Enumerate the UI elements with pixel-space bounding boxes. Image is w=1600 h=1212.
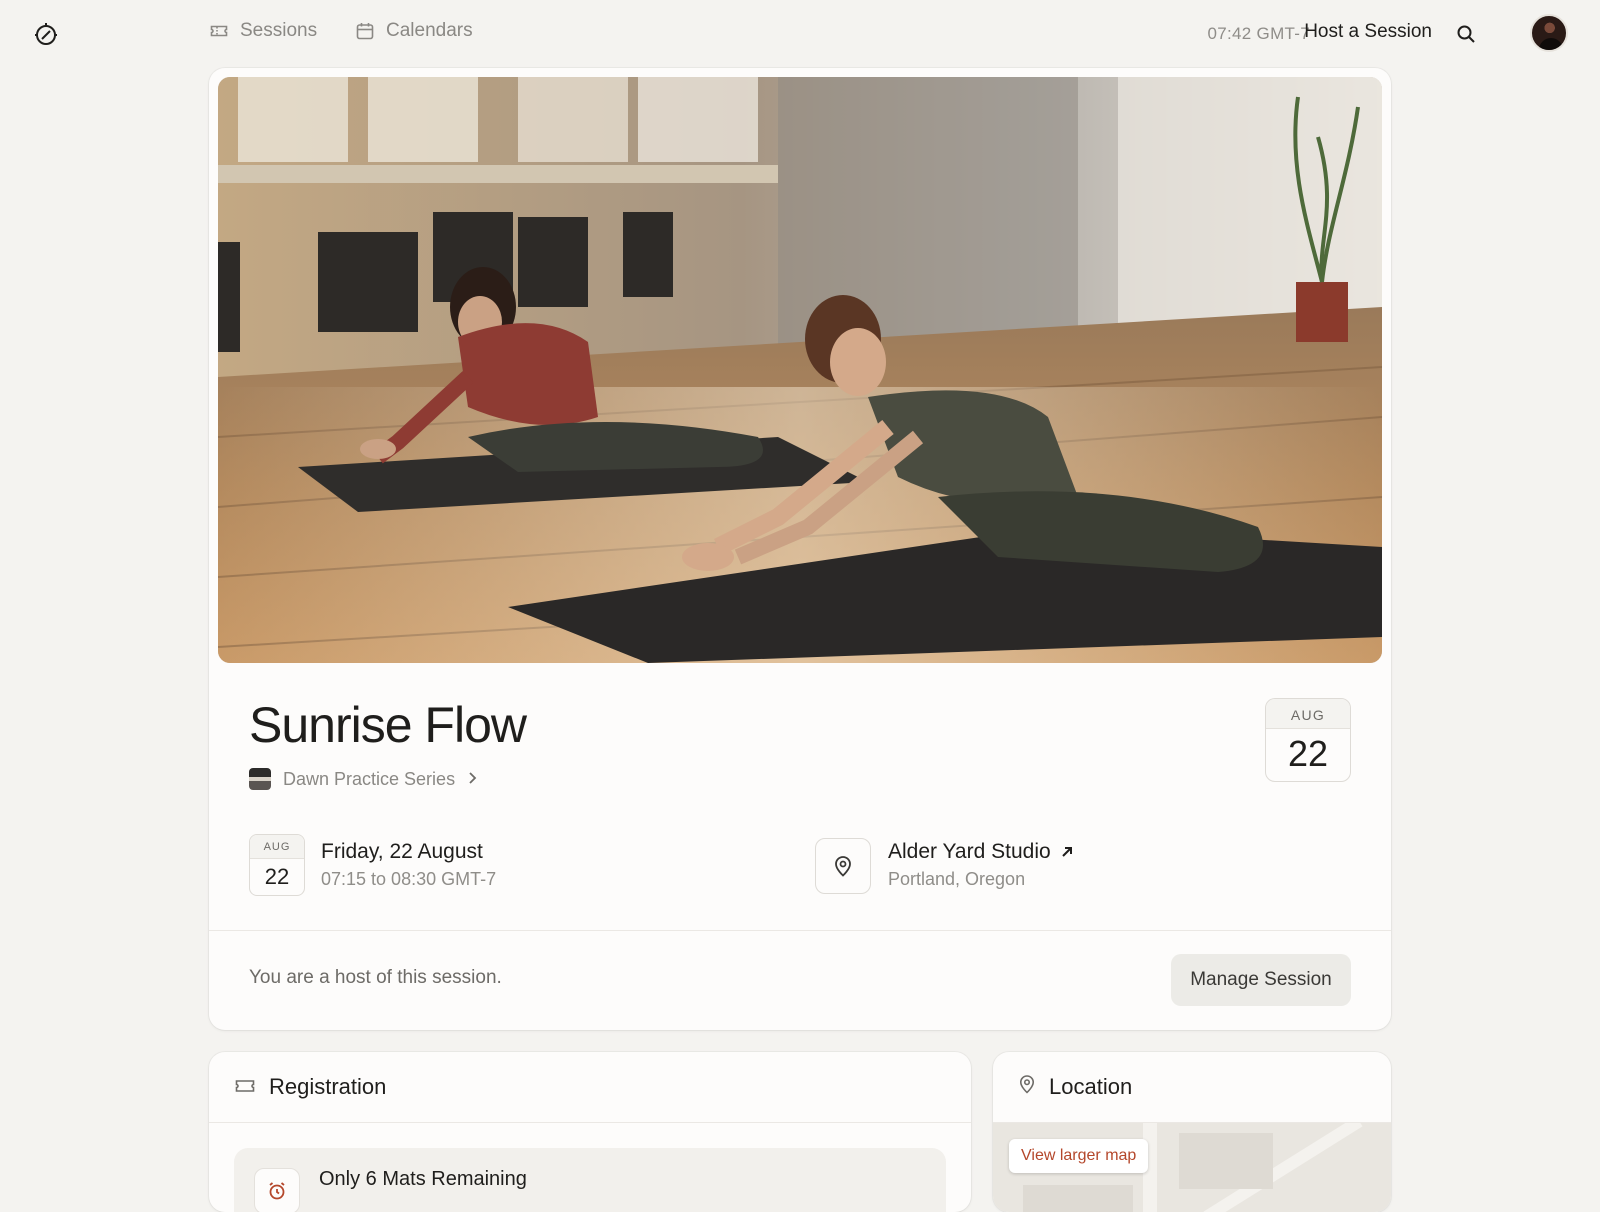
current-time: 07:42 GMT-7 (1207, 24, 1310, 43)
map-block (1023, 1185, 1133, 1212)
avatar-silhouette (1539, 38, 1563, 50)
event-card: Sunrise Flow Dawn Practice Series AUG 22… (209, 68, 1391, 1030)
location-heading: Location (1049, 1074, 1133, 1099)
event-time: 07:15 to 08:30 GMT-7 (321, 869, 497, 889)
series-link[interactable]: Dawn Practice Series (249, 768, 477, 790)
series-name: Dawn Practice Series (283, 768, 456, 789)
nav-sessions-label: Sessions (240, 20, 318, 41)
availability-notice: Only 6 Mats Remaining (234, 1148, 946, 1212)
event-date-badge: AUG 22 (1265, 698, 1351, 782)
registration-header: Registration (235, 1074, 386, 1100)
series-thumbnail (249, 768, 271, 790)
registration-card: Registration Only 6 Mats Remaining (209, 1052, 971, 1212)
venue-name: Alder Yard Studio (888, 840, 1051, 863)
nav-sessions[interactable]: Sessions (210, 20, 317, 42)
location-card: Location View larger map (993, 1052, 1391, 1212)
location-map[interactable]: View larger map (993, 1123, 1391, 1212)
ticket-icon (235, 1074, 255, 1100)
chevron-right-icon (467, 769, 477, 790)
compass-logo-icon[interactable] (32, 20, 60, 48)
registration-heading: Registration (269, 1074, 387, 1099)
map-pin-icon (815, 838, 871, 894)
nav-calendars[interactable]: Calendars (356, 20, 473, 42)
calendar-icon (356, 22, 374, 40)
map-pin-icon (1019, 1074, 1035, 1100)
mini-badge-month: AUG (250, 835, 304, 859)
event-cover-image (218, 77, 1382, 663)
alarm-clock-icon (254, 1168, 300, 1212)
ticket-icon (210, 24, 228, 38)
card-divider (209, 930, 1391, 931)
date-mini-badge: AUG 22 (249, 834, 305, 896)
manage-session-button[interactable]: Manage Session (1171, 954, 1351, 1006)
event-title: Sunrise Flow (249, 697, 527, 753)
nav-calendars-label: Calendars (386, 20, 473, 41)
arrow-up-right-icon (1061, 840, 1073, 864)
top-navigation: Sessions Calendars 07:42 GMT-7 Host a Se… (0, 0, 1600, 68)
map-block (1179, 1133, 1273, 1189)
mini-badge-day: 22 (264, 864, 290, 889)
mats-remaining: Only 6 Mats Remaining (319, 1168, 527, 1190)
user-avatar[interactable] (1530, 14, 1568, 52)
badge-day: 22 (1287, 733, 1329, 774)
search-icon[interactable] (1454, 22, 1478, 46)
venue-link[interactable]: Alder Yard Studio (888, 840, 1073, 864)
badge-month: AUG (1266, 699, 1350, 729)
view-larger-map-button[interactable]: View larger map (1009, 1139, 1149, 1173)
event-date: Friday, 22 August (321, 840, 483, 863)
venue-city: Portland, Oregon (888, 869, 1026, 889)
registration-divider (209, 1122, 971, 1123)
location-header: Location (1019, 1074, 1132, 1100)
host-session-link[interactable]: Host a Session (1304, 21, 1432, 43)
host-notice: You are a host of this session. (249, 967, 502, 988)
